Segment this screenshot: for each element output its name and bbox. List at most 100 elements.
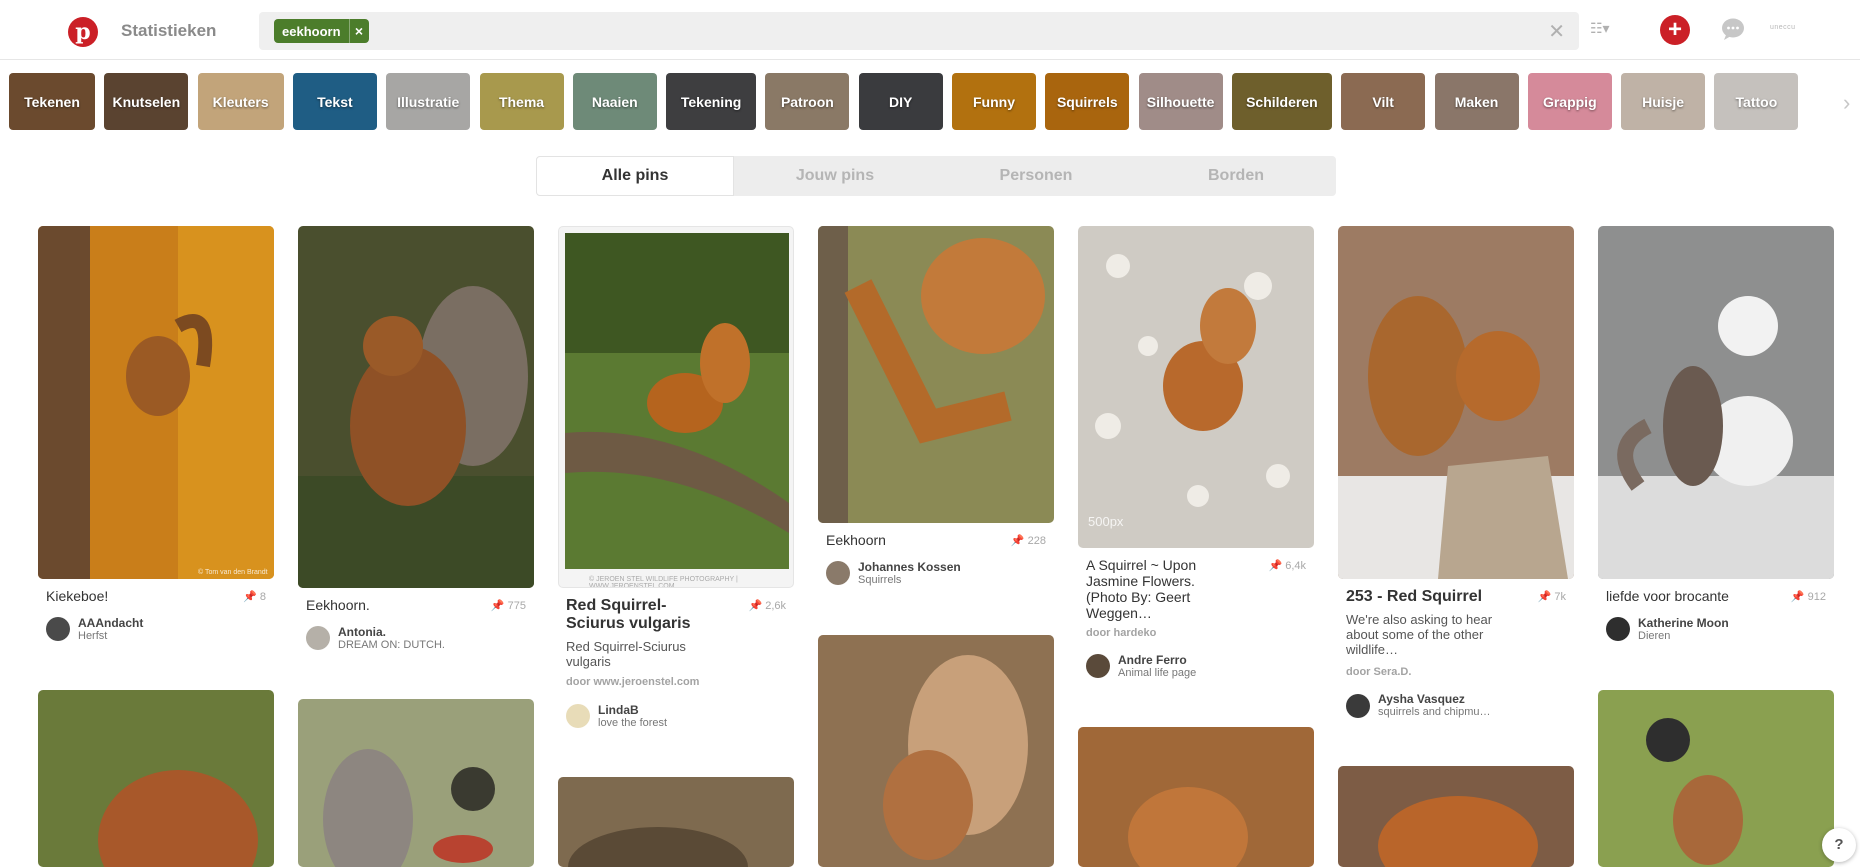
pin-description: Red Squirrel-Sciurus vulgaris	[566, 639, 686, 669]
category-huisje[interactable]: Huisje	[1621, 73, 1706, 130]
squirrel-photo	[565, 233, 789, 569]
pin-image[interactable]: © JEROEN STEL WILDLIFE PHOTOGRAPHY | WWW…	[558, 226, 794, 588]
avatar[interactable]	[1606, 617, 1630, 641]
tab-boards[interactable]: Borden	[1136, 156, 1336, 196]
squirrel-photo	[1338, 226, 1574, 579]
avatar[interactable]	[46, 617, 70, 641]
chevron-right-icon[interactable]: ›	[1843, 90, 1850, 116]
board-name[interactable]: Squirrels	[858, 574, 901, 586]
category-squirrels[interactable]: Squirrels	[1045, 73, 1130, 130]
avatar[interactable]	[1086, 654, 1110, 678]
clear-search-icon[interactable]: ✕	[1548, 19, 1565, 44]
repin-count: 📌 912	[1790, 591, 1826, 603]
category-vilt[interactable]: Vilt	[1341, 73, 1426, 130]
squirrel-photo	[38, 690, 274, 867]
board-name[interactable]: Animal life page	[1118, 667, 1196, 679]
category-tekening[interactable]: Tekening	[666, 73, 757, 130]
board-name[interactable]: DREAM ON: DUTCH.	[338, 639, 445, 651]
messages-icon[interactable]	[1720, 17, 1746, 41]
photo-watermark: 500px	[1088, 514, 1124, 529]
pin-title[interactable]: 253 - Red Squirrel	[1346, 588, 1516, 606]
pin-image[interactable]	[1078, 727, 1314, 867]
pinner-name[interactable]: Johannes Kossen	[858, 560, 961, 574]
avatar[interactable]	[566, 704, 590, 728]
help-button[interactable]: ?	[1822, 828, 1856, 862]
squirrel-photo	[1078, 226, 1314, 548]
category-tekenen[interactable]: Tekenen	[9, 73, 95, 130]
pin-source-link[interactable]: door Sera.D.	[1346, 666, 1411, 678]
search-input[interactable]	[371, 12, 1521, 50]
squirrel-photo	[38, 226, 274, 579]
pin-title[interactable]: Eekhoorn.	[306, 597, 476, 613]
chip-close-icon[interactable]: ×	[348, 19, 369, 43]
pin-image[interactable]	[298, 699, 534, 867]
search-chip[interactable]: eekhoorn ×	[274, 19, 369, 43]
squirrel-photo	[298, 226, 534, 588]
pin-image[interactable]	[818, 226, 1054, 523]
pinner-name[interactable]: AAAndacht	[78, 616, 143, 630]
category-diy[interactable]: DIY	[858, 73, 943, 130]
pin-source-link[interactable]: door www.jeroenstel.com	[566, 676, 699, 688]
category-kleuters[interactable]: Kleuters	[197, 73, 284, 130]
board-name[interactable]: squirrels and chipmu…	[1378, 706, 1491, 718]
tab-people[interactable]: Personen	[936, 156, 1136, 196]
board-name[interactable]: love the forest	[598, 717, 667, 729]
pin-image[interactable]	[558, 777, 794, 867]
category-funny[interactable]: Funny	[952, 73, 1036, 130]
avatar[interactable]	[306, 626, 330, 650]
pin-image[interactable]	[1598, 226, 1834, 579]
squirrel-photo	[1338, 766, 1574, 867]
category-schilderen[interactable]: Schilderen	[1231, 73, 1332, 130]
pin-image[interactable]: © Tom van den Brandt	[38, 226, 274, 579]
pin-image[interactable]: 500px	[1078, 226, 1314, 548]
squirrel-photo	[818, 226, 1054, 523]
pin-image[interactable]	[1338, 226, 1574, 579]
photo-watermark: © JEROEN STEL WILDLIFE PHOTOGRAPHY | WWW…	[589, 576, 738, 588]
pin-title[interactable]: Eekhoorn	[826, 532, 996, 548]
repin-count: 📌 775	[490, 600, 526, 612]
tab-all-pins[interactable]: Alle pins	[536, 156, 734, 196]
pin-image[interactable]	[38, 690, 274, 867]
statistics-link[interactable]: Statistieken	[121, 21, 216, 41]
repin-count: 📌 8	[243, 591, 266, 603]
pinner-name[interactable]: LindaB	[598, 703, 639, 717]
category-knutselen[interactable]: Knutselen	[104, 73, 189, 130]
pinner-name[interactable]: Antonia.	[338, 625, 386, 639]
pin-description: We're also asking to hear about some of …	[1346, 612, 1493, 657]
category-silhouette[interactable]: Silhouette	[1138, 73, 1223, 130]
search-bar[interactable]: eekhoorn × ✕	[259, 12, 1579, 50]
board-name[interactable]: Herfst	[78, 630, 107, 642]
category-illustratie[interactable]: Illustratie	[386, 73, 471, 130]
pin-source-link[interactable]: door hardeko	[1086, 627, 1156, 639]
photo-watermark: © Tom van den Brandt	[198, 569, 268, 576]
category-tekst[interactable]: Tekst	[292, 73, 377, 130]
category-grappig[interactable]: Grappig	[1527, 73, 1612, 130]
category-maken[interactable]: Maken	[1434, 73, 1519, 130]
pinner-name[interactable]: Katherine Moon	[1638, 616, 1729, 630]
pin-title[interactable]: Red Squirrel- Sciurus vulgaris	[566, 597, 716, 633]
category-naaien[interactable]: Naaien	[572, 73, 657, 130]
pin-title[interactable]: liefde voor brocante	[1606, 588, 1776, 604]
pinner-name[interactable]: Aysha Vasquez	[1378, 692, 1465, 706]
pin-title[interactable]: Kiekeboe!	[46, 588, 216, 604]
avatar[interactable]	[826, 561, 850, 585]
add-pin-button[interactable]: +	[1660, 15, 1690, 45]
pin-image[interactable]	[1338, 766, 1574, 867]
avatar[interactable]	[1346, 694, 1370, 718]
list-view-icon[interactable]: ☷▾	[1590, 20, 1624, 40]
board-name[interactable]: Dieren	[1638, 630, 1670, 642]
user-profile-link[interactable]: uneccu	[1770, 24, 1796, 31]
pinner-name[interactable]: Andre Ferro	[1118, 653, 1187, 667]
pin-image[interactable]	[298, 226, 534, 588]
pin-image[interactable]	[1598, 690, 1834, 867]
squirrel-and-bird-photo	[298, 699, 534, 867]
category-thema[interactable]: Thema	[479, 73, 564, 130]
search-chip-label: eekhoorn	[282, 23, 341, 39]
tab-your-pins[interactable]: Jouw pins	[734, 156, 936, 196]
category-tattoo[interactable]: Tattoo	[1714, 73, 1799, 130]
squirrel-and-bird-photo	[1598, 690, 1834, 867]
pin-image[interactable]	[818, 635, 1054, 867]
category-patroon[interactable]: Patroon	[765, 73, 850, 130]
pinterest-logo-icon[interactable]: p	[68, 17, 98, 47]
pin-title[interactable]: A Squirrel ~ Upon Jasmine Flowers. (Phot…	[1086, 557, 1226, 621]
